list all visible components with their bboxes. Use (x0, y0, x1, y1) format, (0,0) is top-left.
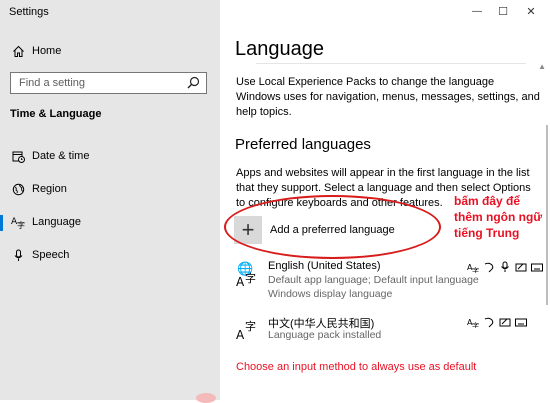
sidebar-item-date-time[interactable]: Date & time (10, 146, 89, 166)
microphone-icon (10, 247, 26, 263)
active-indicator (0, 215, 3, 231)
handwriting-icon (514, 260, 528, 274)
display-language-icon: A字 (466, 315, 480, 329)
language-detail: Default app language; Default input lang… (268, 274, 479, 286)
sidebar-item-label: Speech (32, 249, 70, 261)
sidebar: Settings Home Time & Language Date & tim… (0, 0, 220, 403)
section-title: Time & Language (10, 108, 102, 120)
svg-text:A: A (236, 275, 245, 288)
maximize-icon: ☐ (498, 5, 508, 18)
svg-text:字: 字 (245, 271, 256, 285)
language-icon: 🌐 A 字 (236, 260, 262, 289)
page-title: Language (235, 38, 324, 60)
language-item-chinese[interactable]: A字 中文(中华人民共和国) Language pack installed A… (236, 315, 546, 345)
sidebar-item-region[interactable]: Region (10, 179, 67, 199)
home-button[interactable]: Home (10, 41, 61, 61)
keyboard-icon (514, 315, 528, 329)
svg-text:字: 字 (472, 266, 479, 273)
sidebar-item-label: Language (32, 216, 81, 228)
intro-text: Use Local Experience Packs to change the… (236, 76, 540, 118)
app-title: Settings (9, 6, 49, 18)
language-features: A字 (466, 260, 544, 274)
display-language-icon: A字 (466, 260, 480, 274)
main-panel: — ☐ ✕ Language ▲ Use Local Experience Pa… (220, 0, 550, 400)
sidebar-item-label: Region (32, 183, 67, 195)
language-detail: Language pack installed (268, 329, 382, 341)
minimize-icon: — (472, 5, 482, 17)
language-detail: Windows display language (268, 288, 393, 300)
annotation-ellipse (224, 195, 441, 259)
language-icon: A字 (10, 214, 26, 230)
language-item-english[interactable]: 🌐 A 字 English (United States) Default app … (236, 260, 546, 300)
close-button[interactable]: ✕ (518, 2, 544, 20)
svg-text:字: 字 (472, 321, 479, 328)
sidebar-item-label: Date & time (32, 150, 90, 162)
preferred-languages-heading: Preferred languages (235, 136, 371, 153)
svg-text:字: 字 (17, 220, 25, 229)
calendar-clock-icon (10, 148, 26, 164)
home-icon (10, 43, 26, 59)
handwriting-icon (498, 315, 512, 329)
search-input[interactable] (11, 73, 184, 92)
microphone-icon (498, 260, 512, 274)
keyboard-icon (530, 260, 544, 274)
maximize-button[interactable]: ☐ (490, 2, 516, 20)
minimize-button[interactable]: — (464, 2, 490, 20)
speech-icon (482, 260, 496, 274)
divider (256, 63, 526, 64)
home-label: Home (32, 45, 62, 57)
svg-text:字: 字 (245, 319, 256, 333)
svg-text:A: A (236, 328, 245, 342)
close-icon: ✕ (526, 5, 536, 18)
annotation-mark (196, 393, 216, 403)
search-icon[interactable] (187, 76, 200, 94)
language-features: A字 (466, 315, 528, 329)
language-name: English (United States) (268, 260, 381, 272)
search-box[interactable] (10, 72, 207, 94)
input-method-link[interactable]: Choose an input method to always use as … (236, 361, 476, 373)
sidebar-item-language[interactable]: A字 Language (10, 212, 81, 232)
annotation-text: bấm đây để thêm ngôn ngữ tiếng Trung (454, 194, 543, 240)
globe-icon (10, 181, 26, 197)
speech-icon (482, 315, 496, 329)
sidebar-item-speech[interactable]: Speech (10, 245, 69, 265)
scroll-up-arrow[interactable]: ▲ (538, 62, 546, 71)
language-icon: A字 (236, 315, 262, 343)
